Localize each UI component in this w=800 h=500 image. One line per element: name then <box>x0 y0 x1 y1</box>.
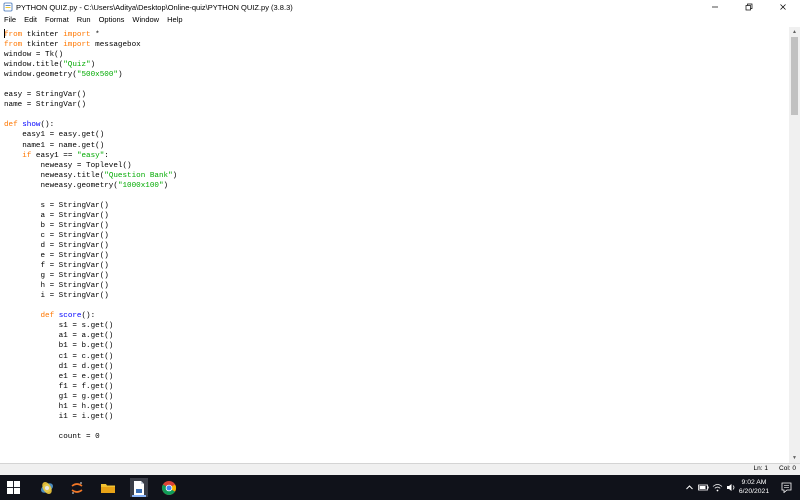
code-line: e1 = e.get() <box>4 372 114 381</box>
notification-icon[interactable] <box>781 482 792 493</box>
menu-help[interactable]: Help <box>163 14 186 26</box>
active-app-indicator <box>132 495 146 497</box>
code-line: b1 = b.get() <box>4 342 114 351</box>
code-line: neweasy.geometry("1000x100") <box>4 181 169 190</box>
taskbar-idle-app[interactable] <box>38 478 56 497</box>
code-line: count = 0 <box>4 432 100 441</box>
status-bar: Ln: 1 Col: 0 <box>0 463 800 475</box>
menu-bar: File Edit Format Run Options Window Help <box>0 14 800 26</box>
code-line: c = StringVar() <box>4 231 109 240</box>
title-bar: PYTHON QUIZ.py - C:\Users\Aditya\Desktop… <box>0 0 800 14</box>
files-icon <box>134 480 144 495</box>
battery-icon[interactable] <box>698 483 709 492</box>
code-line: g1 = g.get() <box>4 392 114 401</box>
taskbar: 9:02 AM 6/20/2021 <box>0 475 800 500</box>
menu-window[interactable]: Window <box>128 14 163 26</box>
close-button[interactable] <box>766 0 800 14</box>
code-line: easy = StringVar() <box>4 91 87 100</box>
idle-icon <box>41 481 53 494</box>
code-line: window = Tk() <box>4 51 64 60</box>
code-line: from tkinter import * <box>4 31 100 39</box>
code-line: i1 = i.get() <box>4 412 114 421</box>
wifi-icon[interactable] <box>712 483 723 492</box>
code-line: neweasy = Toplevel() <box>4 161 132 170</box>
code-line: window.geometry("500x500") <box>4 71 123 80</box>
code-line: neweasy.title("Question Bank") <box>4 171 178 180</box>
chrome-icon <box>162 480 176 495</box>
scroll-up-icon[interactable]: ▲ <box>791 28 798 36</box>
taskbar-jupyter-app[interactable] <box>68 478 86 497</box>
scroll-down-icon[interactable]: ▼ <box>791 454 798 462</box>
restore-button[interactable] <box>732 0 766 14</box>
code-editor[interactable]: from tkinter import * from tkinter impor… <box>0 27 789 463</box>
clock-date: 6/20/2021 <box>738 488 770 495</box>
code-line: i = StringVar() <box>4 292 109 301</box>
code-line: a = StringVar() <box>4 211 109 220</box>
taskbar-chrome-app[interactable] <box>160 478 178 497</box>
clock-time: 9:02 AM <box>741 479 767 486</box>
jupyter-icon <box>71 481 83 494</box>
status-line: Ln: 1 <box>753 465 768 472</box>
code-line: s = StringVar() <box>4 201 109 210</box>
taskbar-files-app[interactable] <box>130 478 148 497</box>
code-line: if easy1 == "easy": <box>22 151 109 160</box>
code-line: f = StringVar() <box>4 262 109 271</box>
python-idle-icon <box>3 2 13 12</box>
minimize-icon <box>712 6 718 8</box>
code-line: name1 = name.get() <box>4 141 105 150</box>
window-title: PYTHON QUIZ.py - C:\Users\Aditya\Desktop… <box>16 2 293 12</box>
menu-file[interactable]: File <box>0 14 20 26</box>
code-line: d1 = d.get() <box>4 362 114 371</box>
menu-format[interactable]: Format <box>41 14 73 26</box>
code-line: h1 = h.get() <box>4 402 114 411</box>
text-cursor <box>4 29 5 38</box>
code-line: window.title("Quiz") <box>4 61 96 70</box>
code-line: def score(): <box>40 312 96 321</box>
menu-run[interactable]: Run <box>73 14 95 26</box>
code-line: from tkinter import messagebox <box>4 41 141 50</box>
code-line: s1 = s.get() <box>4 322 114 331</box>
vertical-scrollbar[interactable]: ▲ ▼ <box>789 27 800 463</box>
code-line: def show(): <box>4 121 55 130</box>
restore-icon <box>745 3 753 11</box>
menu-edit[interactable]: Edit <box>20 14 41 26</box>
menu-options[interactable]: Options <box>95 14 129 26</box>
code-line: c1 = c.get() <box>4 352 114 361</box>
code-line: name = StringVar() <box>4 101 87 110</box>
code-line: f1 = f.get() <box>4 382 114 391</box>
taskbar-file-explorer-app[interactable] <box>99 478 117 497</box>
scrollbar-thumb[interactable] <box>791 37 798 115</box>
code-text[interactable]: from tkinter import * from tkinter impor… <box>0 27 789 463</box>
code-line: easy1 = easy.get() <box>4 131 105 140</box>
code-line: d = StringVar() <box>4 241 109 250</box>
code-line: b = StringVar() <box>4 221 109 230</box>
code-line: h = StringVar() <box>4 282 109 291</box>
system-clock[interactable]: 9:02 AM 6/20/2021 <box>734 478 774 496</box>
minimize-button[interactable] <box>698 0 732 14</box>
code-line: e = StringVar() <box>4 252 109 261</box>
chevron-up-icon[interactable] <box>685 483 694 492</box>
status-column: Col: 0 <box>779 465 796 472</box>
windows-logo-icon[interactable] <box>7 481 20 494</box>
code-line: a1 = a.get() <box>4 332 114 341</box>
close-icon <box>780 4 786 10</box>
file-explorer-icon <box>101 483 115 493</box>
code-line: g = StringVar() <box>4 272 109 281</box>
